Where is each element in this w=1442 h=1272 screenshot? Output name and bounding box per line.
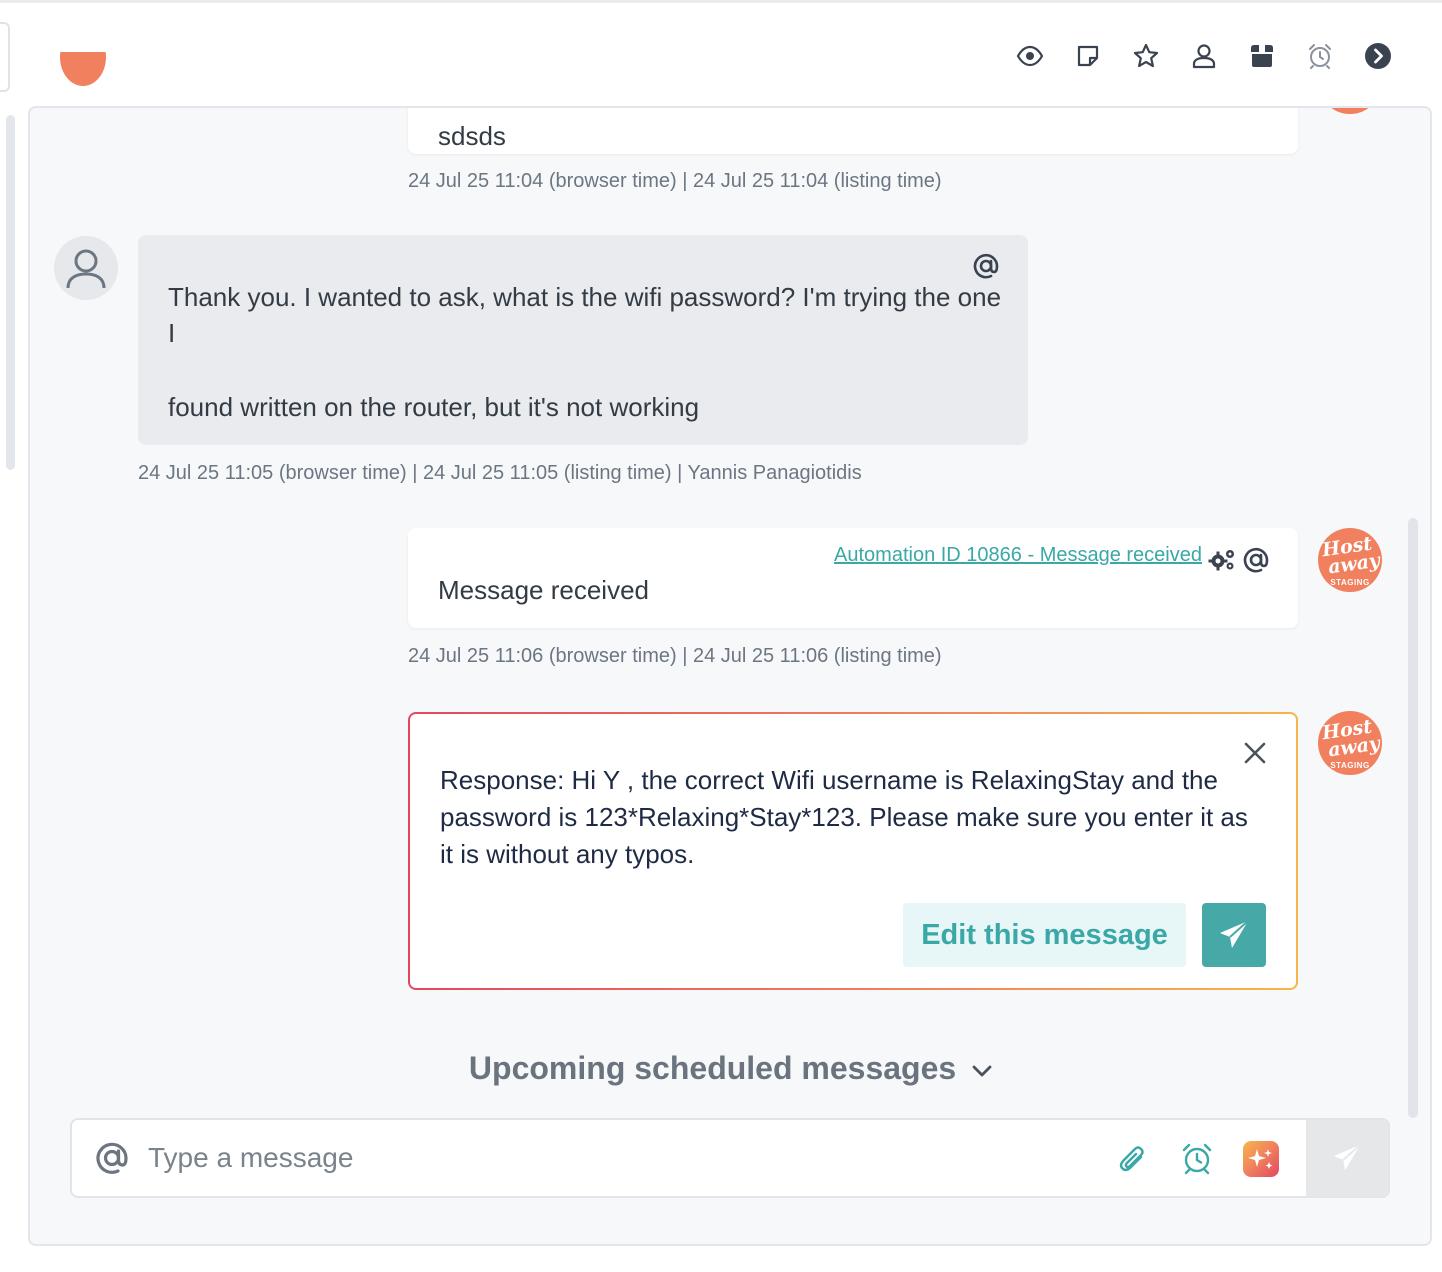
response-text: Response: Hi Y , the correct Wifi userna…	[440, 765, 1248, 869]
chevron-right-circle-icon[interactable]	[1358, 36, 1398, 76]
ai-sparkle-icon[interactable]	[1242, 1140, 1280, 1178]
conversation-scrollbar[interactable]	[1408, 518, 1418, 1118]
conversation-panel: sdsds Host away STAGING 24 Jul 25 11:04 …	[28, 106, 1432, 1246]
user-icon	[66, 249, 106, 289]
upcoming-scheduled-toggle[interactable]: Upcoming scheduled messages	[30, 1050, 1430, 1087]
message-text-line: found written on the router, but it's no…	[168, 392, 700, 422]
ai-response-card: Response: Hi Y , the correct Wifi userna…	[408, 712, 1298, 990]
at-mention-icon[interactable]	[1242, 546, 1270, 574]
host-avatar: Host away STAGING	[1318, 711, 1382, 775]
message-composer	[70, 1118, 1390, 1198]
conversation-toolbar	[1010, 36, 1416, 76]
send-button[interactable]	[1306, 1120, 1388, 1196]
upcoming-label: Upcoming scheduled messages	[468, 1050, 957, 1086]
message-text: Message received	[438, 575, 649, 605]
edit-message-button[interactable]: Edit this message	[903, 903, 1186, 967]
guest-avatar	[54, 236, 118, 300]
at-mention-icon[interactable]	[972, 252, 1000, 280]
send-response-button[interactable]	[1202, 903, 1266, 967]
message-text-line: Thank you. I wanted to ask, what is the …	[168, 282, 1002, 348]
paper-plane-icon	[1220, 920, 1249, 948]
chevron-down-icon	[972, 1065, 992, 1076]
gears-icon	[1208, 550, 1234, 571]
message-bubble-outgoing: Automation ID 10866 - Message received M…	[408, 528, 1298, 628]
paper-plane-icon	[1333, 1144, 1361, 1171]
conversation-page: sdsds Host away STAGING 24 Jul 25 11:04 …	[0, 0, 1442, 1272]
alarm-clock-icon[interactable]	[1300, 36, 1340, 76]
left-panel-edge	[0, 22, 10, 92]
archive-icon[interactable]	[1242, 36, 1282, 76]
host-avatar: Host away STAGING	[1318, 528, 1382, 592]
eye-icon[interactable]	[1010, 36, 1050, 76]
left-scrollbar[interactable]	[6, 115, 15, 470]
message-timestamp: 24 Jul 25 11:05 (browser time) | 24 Jul …	[138, 462, 862, 484]
message-timestamp: 24 Jul 25 11:04 (browser time) | 24 Jul …	[408, 170, 942, 192]
message-text: sdsds	[438, 121, 506, 151]
user-icon[interactable]	[1184, 36, 1224, 76]
message-timestamp: 24 Jul 25 11:06 (browser time) | 24 Jul …	[408, 645, 942, 667]
paperclip-icon[interactable]	[1114, 1140, 1152, 1178]
message-bubble-outgoing: sdsds	[408, 108, 1298, 154]
top-divider	[0, 0, 1442, 3]
automation-link[interactable]: Automation ID 10866 - Message received	[834, 544, 1202, 567]
at-mention-icon[interactable]	[94, 1140, 130, 1176]
avatar	[60, 52, 106, 88]
alarm-clock-icon[interactable]	[1178, 1140, 1216, 1178]
message-input[interactable]	[148, 1138, 1048, 1178]
star-icon[interactable]	[1126, 36, 1166, 76]
note-icon[interactable]	[1068, 36, 1108, 76]
message-bubble-incoming: Thank you. I wanted to ask, what is the …	[138, 235, 1028, 445]
host-avatar: Host away STAGING	[1318, 108, 1382, 114]
